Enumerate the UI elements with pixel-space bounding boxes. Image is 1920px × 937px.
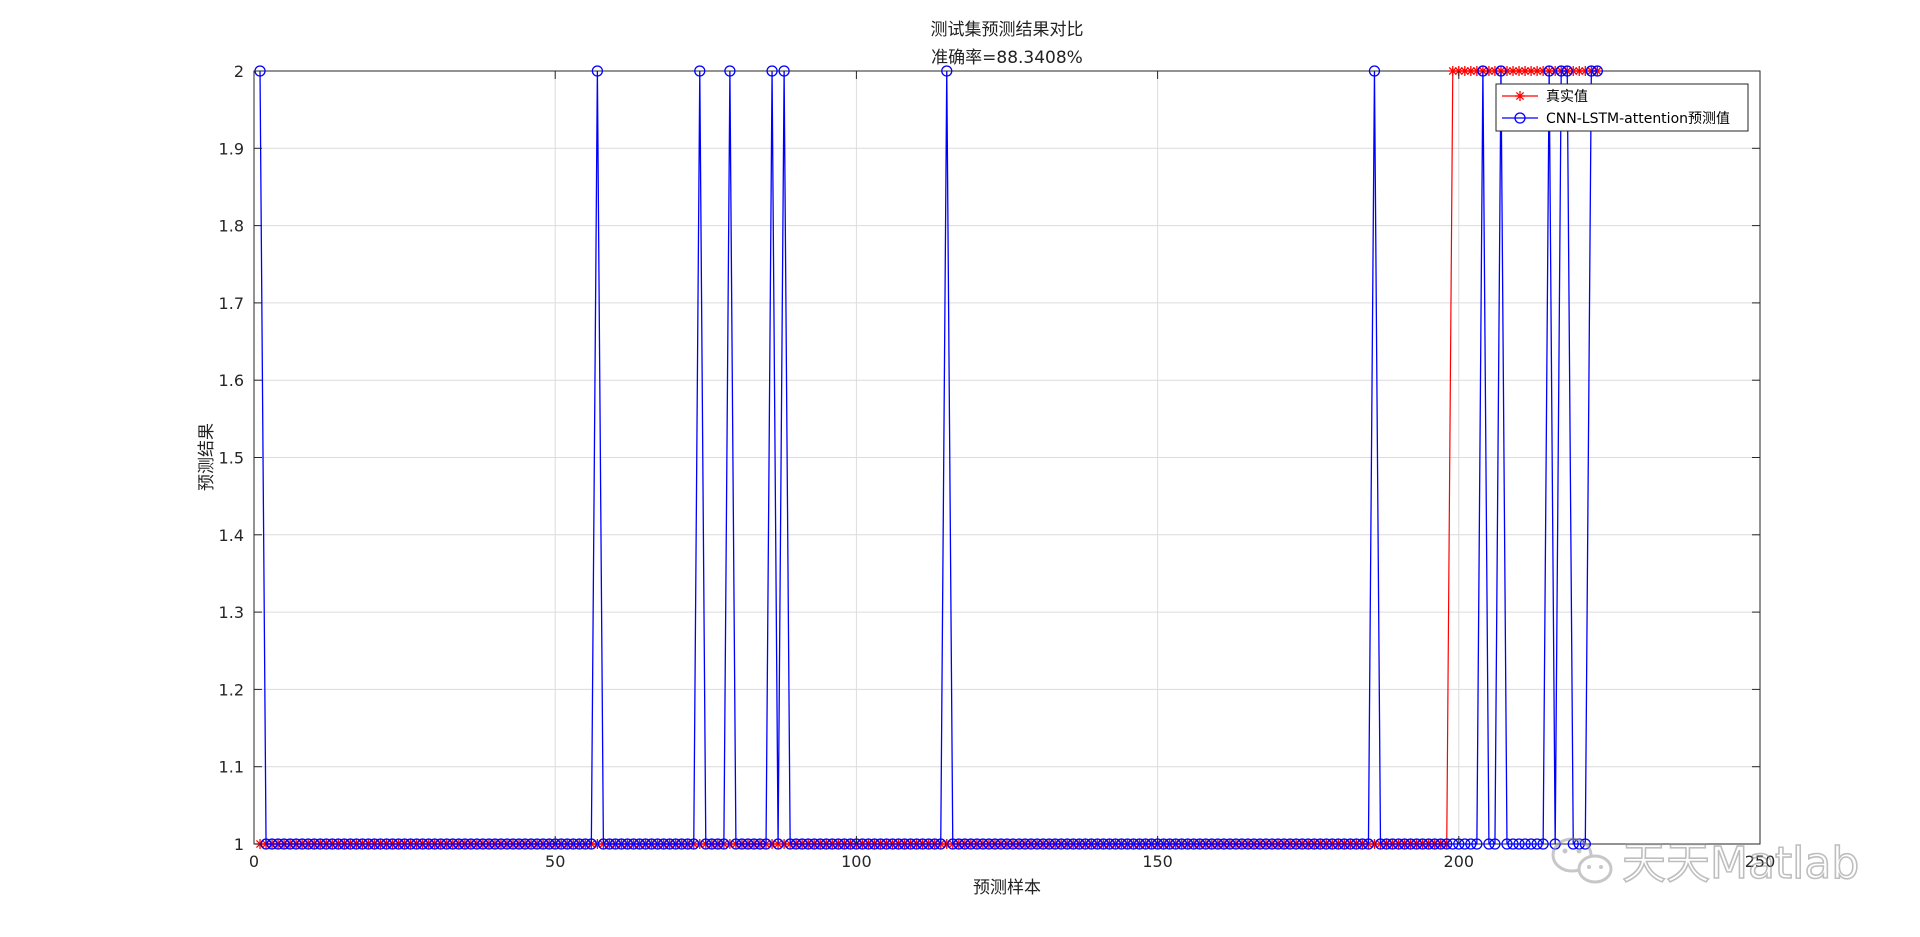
y-tick-label: 1.5 <box>219 449 244 468</box>
chart-subtitle: 准确率=88.3408% <box>931 48 1083 68</box>
x-tick-label: 50 <box>545 852 565 871</box>
y-tick-label: 1.9 <box>219 139 244 158</box>
x-tick-label: 0 <box>249 852 259 871</box>
legend-marker-real <box>1515 91 1525 101</box>
y-tick-label: 1.6 <box>219 371 244 390</box>
y-tick-label: 1.2 <box>219 680 244 699</box>
watermark-text: 天天Matlab <box>1622 838 1859 889</box>
chart-title: 测试集预测结果对比 <box>931 20 1084 40</box>
chart: 0 50 100 150 200 25011.11.21.31.41.51.61.71.8… <box>0 0 1920 937</box>
legend-label-pred: CNN-LSTM-attention预测值 <box>1546 111 1730 127</box>
y-tick-label: 1.1 <box>219 758 244 777</box>
y-tick-label: 1.4 <box>219 526 244 545</box>
y-tick-label: 1.3 <box>219 603 244 622</box>
y-tick-label: 1 <box>234 835 244 854</box>
legend-label-real: 真实值 <box>1546 89 1588 105</box>
legend-asterisk <box>1515 91 1525 101</box>
x-axis-label: 预测样本 <box>973 878 1041 898</box>
y-tick-label: 1.7 <box>219 294 244 313</box>
y-tick-label: 1.8 <box>219 217 244 236</box>
legend: 真实值 CNN-LSTM-attention预测值 <box>1495 83 1749 132</box>
x-tick-label: 150 <box>1142 852 1173 871</box>
y-axis-label: 预测结果 <box>197 423 217 491</box>
x-tick-label: 100 <box>841 852 872 871</box>
y-tick-label: 2 <box>234 62 244 81</box>
x-tick-label: 200 <box>1444 852 1475 871</box>
